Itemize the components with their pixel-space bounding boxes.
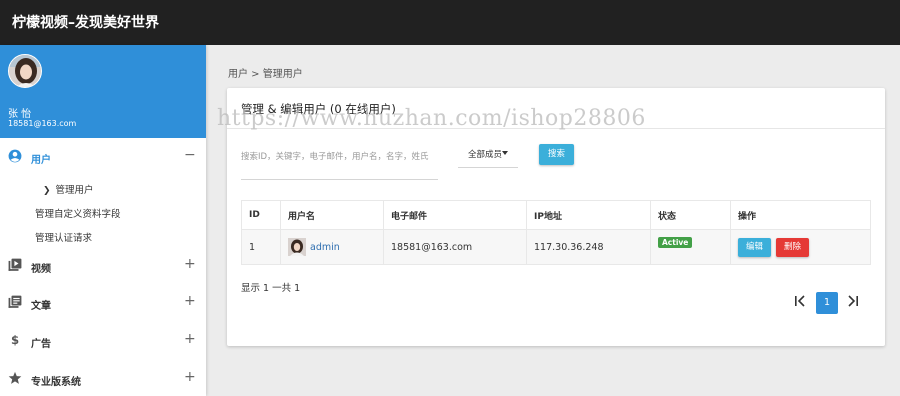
avatar-portrait-icon	[9, 55, 41, 87]
chevron-right-icon: ❯	[43, 186, 51, 196]
sidebar-item-label: 管理认证请求	[35, 233, 93, 244]
sidebar-group-pro-system[interactable]: 专业版系统 +	[0, 367, 206, 391]
users-table: ID 用户名 电子邮件 IP地址 状态 操作 1 admin 18581@163…	[241, 200, 871, 265]
svg-text:$: $	[11, 333, 19, 347]
expand-icon[interactable]: +	[184, 331, 196, 347]
expand-icon[interactable]: +	[184, 256, 196, 272]
username-link[interactable]: admin	[310, 242, 340, 253]
expand-icon[interactable]: +	[184, 369, 196, 385]
users-card: 管理 & 编辑用户 (0 在线用户) 搜索ID，关键字，电子邮件，用户名，名字，…	[227, 88, 885, 346]
star-icon	[8, 371, 22, 384]
status-badge: Active	[658, 236, 693, 248]
user-avatar	[288, 238, 306, 256]
sidebar-item-manage-users[interactable]: ❯ 管理用户	[43, 182, 94, 196]
page-button-current[interactable]: 1	[816, 292, 838, 314]
cell-ip: 117.30.36.248	[526, 229, 651, 265]
sidebar-group-label: 视频	[31, 264, 51, 275]
column-header-status[interactable]: 状态	[650, 200, 731, 230]
collapse-icon[interactable]: −	[184, 147, 196, 163]
search-button[interactable]: 搜索	[539, 144, 574, 165]
column-header-username[interactable]: 用户名	[280, 200, 384, 230]
edit-button[interactable]: 编辑	[738, 237, 772, 257]
results-count: 显示 1 一共 1	[241, 283, 301, 294]
sidebar-group-label: 用户	[31, 155, 51, 166]
column-header-id[interactable]: ID	[241, 200, 281, 230]
profile-email: 18581@163.com	[8, 119, 77, 128]
card-title: 管理 & 编辑用户 (0 在线用户)	[241, 102, 396, 116]
sidebar-group-videos[interactable]: 视频 +	[0, 254, 206, 278]
first-page-icon[interactable]	[793, 294, 807, 308]
avatar-portrait-icon	[288, 238, 306, 256]
profile-panel: 张 怡 18581@163.com	[0, 45, 206, 138]
cell-username: admin	[280, 229, 384, 265]
sidebar-item-verification-requests[interactable]: 管理认证请求	[35, 230, 92, 244]
sidebar-item-label: 管理自定义资料字段	[35, 209, 121, 220]
column-header-ip[interactable]: IP地址	[526, 200, 651, 230]
dollar-icon: $	[11, 333, 19, 347]
select-value: 全部成员	[468, 150, 503, 160]
account-circle-icon	[8, 149, 22, 163]
cell-status: Active	[650, 229, 731, 265]
search-input[interactable]: 搜索ID，关键字，电子邮件，用户名，名字，姓氏	[241, 150, 438, 180]
avatar[interactable]	[8, 54, 42, 88]
sidebar-group-label: 广告	[31, 339, 51, 350]
sidebar-item-custom-profile-fields[interactable]: 管理自定义资料字段	[35, 206, 121, 220]
cell-email: 18581@163.com	[383, 229, 527, 265]
video-library-icon	[8, 258, 22, 271]
sidebar: 张 怡 18581@163.com 用户 − ❯ 管理用户 管理自定义资料字段 管…	[0, 45, 206, 396]
article-icon	[8, 295, 22, 308]
sidebar-group-label: 文章	[31, 301, 51, 312]
top-app-bar: 柠檬视频–发现美好世界	[0, 0, 900, 45]
sidebar-group-ads[interactable]: $ 广告 +	[0, 329, 206, 353]
sidebar-item-label: 管理用户	[55, 185, 94, 196]
breadcrumb: 用户 > 管理用户	[228, 69, 303, 80]
divider	[227, 128, 885, 129]
expand-icon[interactable]: +	[184, 293, 196, 309]
cell-actions: 编辑 删除	[730, 229, 871, 265]
table-row: 1 admin 18581@163.com 117.30.36.248 Acti…	[241, 229, 871, 265]
last-page-icon[interactable]	[846, 294, 860, 308]
profile-name: 张 怡	[8, 109, 32, 120]
table-header-row: ID 用户名 电子邮件 IP地址 状态 操作	[241, 200, 871, 230]
sidebar-group-articles[interactable]: 文章 +	[0, 291, 206, 315]
cell-id: 1	[241, 229, 281, 265]
column-header-actions: 操作	[730, 200, 871, 230]
member-filter-select[interactable]: 全部成员	[458, 144, 518, 168]
sidebar-group-users[interactable]: 用户 −	[0, 145, 206, 169]
caret-down-icon	[502, 151, 508, 155]
delete-button[interactable]: 删除	[776, 237, 810, 257]
app-title[interactable]: 柠檬视频–发现美好世界	[12, 12, 159, 32]
column-header-email[interactable]: 电子邮件	[383, 200, 527, 230]
sidebar-group-label: 专业版系统	[31, 377, 81, 388]
